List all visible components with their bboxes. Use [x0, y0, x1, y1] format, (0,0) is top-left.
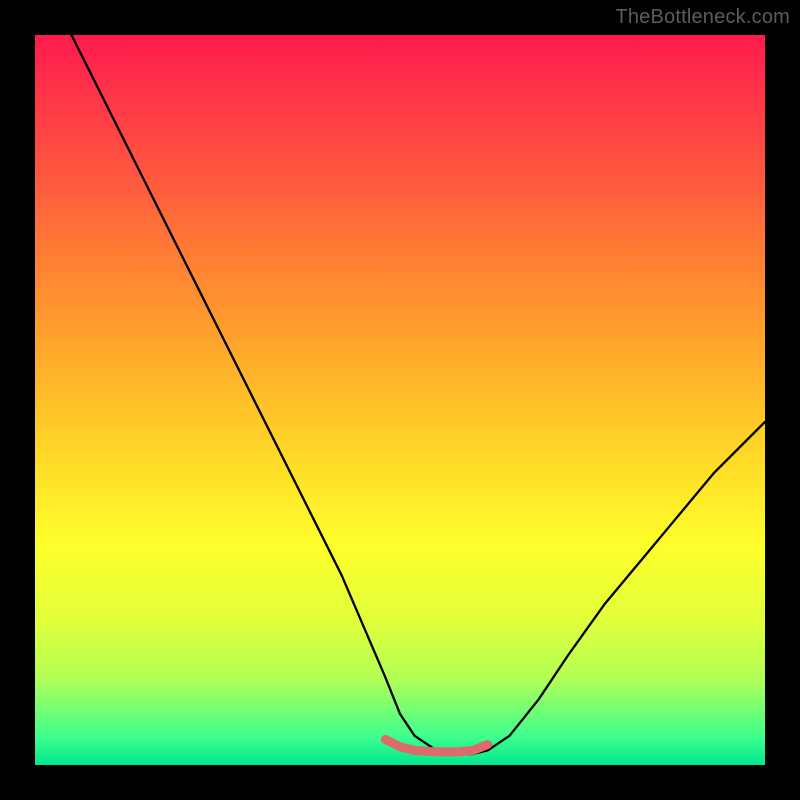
min-plateau-marker: [385, 739, 487, 751]
chart-frame: TheBottleneck.com: [0, 0, 800, 800]
chart-svg: [35, 35, 765, 765]
bottleneck-curve: [72, 35, 766, 754]
plot-area: [35, 35, 765, 765]
watermark-text: TheBottleneck.com: [615, 6, 790, 29]
